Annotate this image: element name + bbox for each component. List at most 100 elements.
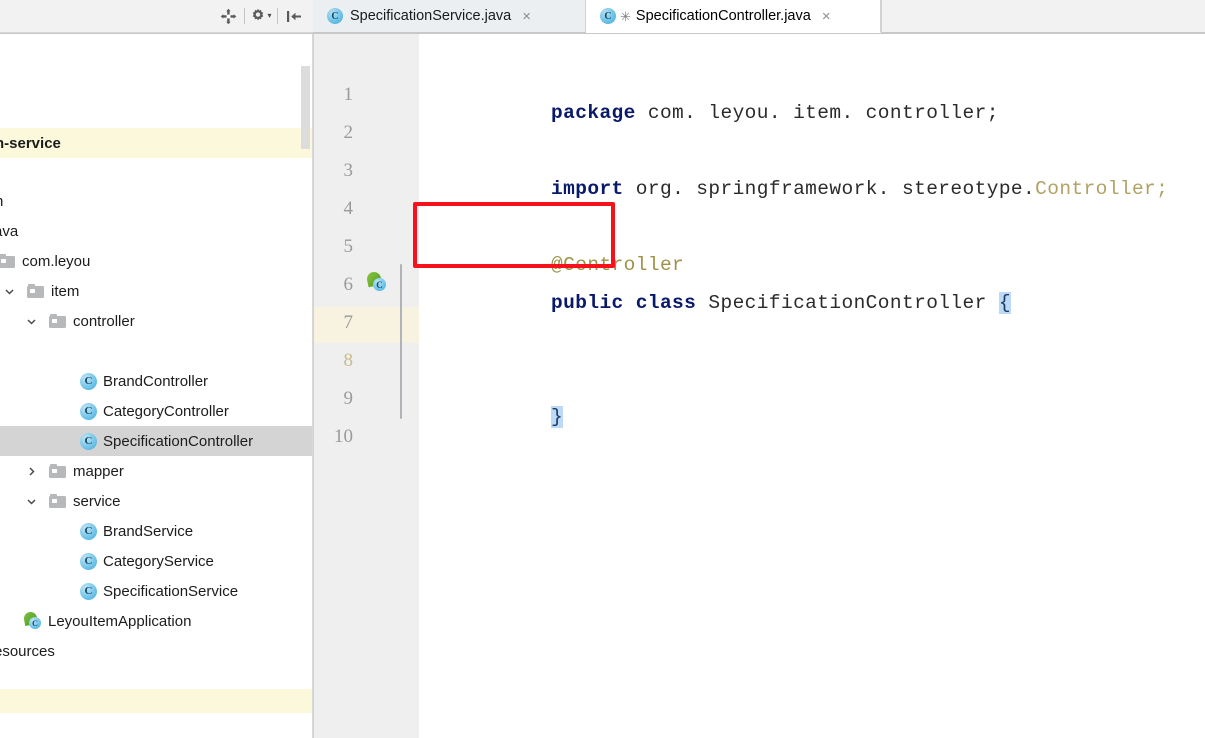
tree-item-label: service	[73, 492, 121, 510]
tree-item-brand-service[interactable]: C BrandService	[0, 516, 313, 546]
code-token-text: org. springframework. stereotype.	[623, 177, 1036, 200]
folder-icon	[49, 494, 66, 508]
project-toolbar: ▾	[0, 0, 313, 33]
tree-item-brand-controller[interactable]: C BrandController	[0, 366, 313, 396]
code-editor[interactable]: 1 2 3 4 5 6 7 8 9 10 C package com. leyo…	[314, 34, 1205, 738]
code-token-annotation: @Controller	[551, 253, 685, 276]
tab-specification-controller[interactable]: C ✳ SpecificationController.java ×	[586, 0, 881, 33]
chevron-right-icon[interactable]	[22, 466, 40, 477]
collapse-panel-icon[interactable]	[281, 4, 307, 28]
line-number: 7	[343, 312, 354, 333]
line-number-current: 8	[343, 350, 354, 371]
close-icon[interactable]: ×	[522, 9, 531, 24]
folder-icon	[49, 314, 66, 328]
line-number: 5	[343, 236, 354, 257]
line-number: 2	[343, 122, 354, 143]
tree-item-label: mapper	[73, 462, 124, 480]
tree-item-controller[interactable]: controller	[0, 306, 313, 336]
tree-item-com-leyou[interactable]: com.leyou	[0, 246, 313, 276]
tree-item-category-service[interactable]: C CategoryService	[0, 546, 313, 576]
tree-item-label: CategoryController	[103, 402, 229, 420]
java-class-icon: C	[327, 8, 343, 24]
line-number: 3	[343, 160, 354, 181]
folder-icon	[27, 284, 44, 298]
tree-item-label: ava	[0, 222, 19, 240]
java-class-icon: C	[80, 432, 97, 450]
settings-gear-icon[interactable]: ▾	[248, 4, 274, 28]
chevron-down-icon[interactable]	[22, 496, 40, 507]
tree-item-label: BrandService	[103, 522, 194, 540]
project-tree-panel[interactable]: l n-service n ava com.leyou	[0, 34, 314, 738]
code-line-1: package com. leyou. item. controller;	[430, 84, 999, 143]
code-token-keyword: package	[551, 101, 636, 124]
close-icon[interactable]: ×	[822, 9, 831, 24]
ide-window: ▾ C SpecificationService.java × C ✳ Spec…	[0, 0, 1205, 738]
java-class-icon: C	[600, 8, 616, 24]
tree-item-label: SpecificationController	[103, 432, 254, 450]
editor-gutter[interactable]: 1 2 3 4 5 6 7 8 9 10 C	[314, 34, 420, 738]
tab-bar-filler	[881, 0, 1205, 32]
top-bar: ▾ C SpecificationService.java × C ✳ Spec…	[0, 0, 1205, 34]
tree-item-service[interactable]: service	[0, 486, 313, 516]
tree-item-label: esources	[0, 642, 55, 660]
code-fold-region-line[interactable]	[400, 264, 402, 419]
gutter-caret-band	[314, 307, 419, 343]
spring-bean-class-marker-icon[interactable]: C	[365, 270, 388, 294]
sidebar-scrollbar-thumb[interactable]	[301, 66, 310, 149]
tree-item-leyou-item-application[interactable]: C LeyouItemApplication	[0, 606, 313, 636]
tree-item-label: controller	[73, 312, 135, 330]
toolbar-divider	[244, 8, 245, 24]
tree-item-item[interactable]: item	[0, 276, 313, 306]
tree-item-label: BrandController	[103, 372, 209, 390]
code-line-6: public class SpecificationController {	[430, 274, 1011, 333]
tree-item-mapper[interactable]: mapper	[0, 456, 313, 486]
line-number: 10	[334, 426, 353, 447]
code-line-3: import org. springframework. stereotype.…	[430, 160, 1168, 219]
tree-item-category-controller[interactable]: C CategoryController	[0, 396, 313, 426]
tree-item-label: LeyouItemApplication	[48, 612, 192, 630]
code-token-keyword: public class	[551, 291, 709, 314]
code-token-unused-import: Controller;	[1035, 177, 1169, 200]
tree-item-highlight-row[interactable]	[0, 689, 313, 713]
sidebar-edge-line	[312, 34, 313, 738]
tree-item-last[interactable]: l	[0, 720, 313, 738]
code-token-classname: SpecificationController	[708, 291, 999, 314]
tree-item-label: com.leyou	[22, 252, 91, 270]
locate-file-icon[interactable]	[215, 4, 241, 28]
java-class-icon: C	[80, 552, 97, 570]
toolbar-divider-2	[277, 8, 278, 24]
modified-indicator-icon: ✳	[620, 8, 631, 24]
code-line-9: }	[430, 388, 564, 447]
tab-specification-service[interactable]: C SpecificationService.java ×	[313, 0, 586, 32]
line-number: 9	[343, 388, 354, 409]
editor-tab-bar: C SpecificationService.java × C ✳ Specif…	[313, 0, 1205, 33]
tree-item-specification-controller[interactable]: C SpecificationController	[0, 426, 313, 456]
tree-item-3[interactable]: ava	[0, 216, 313, 246]
gear-dropdown-caret: ▾	[267, 11, 272, 20]
java-class-icon: C	[80, 402, 97, 420]
chevron-down-icon[interactable]	[22, 316, 40, 327]
java-class-icon: C	[80, 582, 97, 600]
tree-item-2[interactable]: n	[0, 186, 313, 216]
tree-item-label: item	[51, 282, 80, 300]
tab-label: SpecificationController.java	[635, 8, 811, 24]
chevron-down-icon[interactable]	[0, 286, 18, 297]
spring-boot-application-icon: C	[22, 610, 42, 630]
tree-item-0[interactable]: l	[0, 98, 313, 128]
main-area: l n-service n ava com.leyou	[0, 34, 1205, 738]
java-class-icon: C	[80, 522, 97, 540]
line-number: 1	[343, 84, 354, 105]
code-text-area[interactable]: package com. leyou. item. controller; im…	[419, 34, 1205, 738]
code-token-keyword: import	[551, 177, 624, 200]
tree-item-1[interactable]: n-service	[0, 128, 313, 158]
folder-icon	[0, 254, 15, 268]
tree-item-label: CategoryService	[103, 552, 214, 570]
tab-label: SpecificationService.java	[350, 8, 512, 24]
code-token-brace: }	[551, 405, 564, 428]
tree-item-resources[interactable]: esources	[0, 636, 313, 666]
code-token-brace: {	[998, 291, 1011, 314]
code-token-text: com. leyou. item. controller;	[635, 101, 999, 124]
folder-icon	[49, 464, 66, 478]
tree-item-label: SpecificationService	[103, 582, 239, 600]
tree-item-specification-service[interactable]: C SpecificationService	[0, 576, 313, 606]
